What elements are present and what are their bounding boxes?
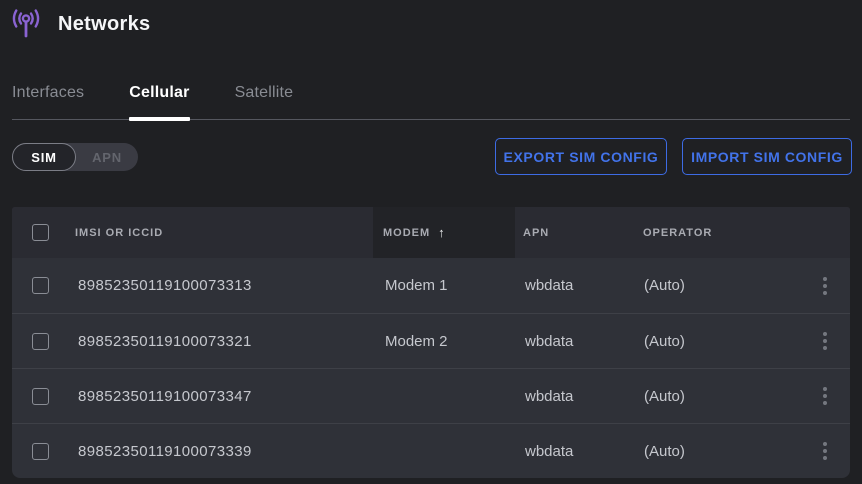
column-header-apn[interactable]: APN (515, 207, 632, 258)
table-header-row: IMSI OR ICCID MODEM ↑ APN OPERATOR (12, 207, 850, 258)
header-checkbox-cell (12, 224, 75, 241)
select-all-checkbox[interactable] (32, 224, 49, 241)
table-row: 89852350119100073313 Modem 1 wbdata (Aut… (12, 258, 850, 313)
row-checkbox[interactable] (32, 333, 49, 350)
cell-apn: wbdata (515, 333, 632, 350)
row-menu-kebab-icon[interactable] (817, 436, 833, 466)
sim-apn-toggle: SIM APN (12, 143, 138, 171)
row-checkbox-cell (12, 388, 75, 405)
page-title: Networks (58, 13, 150, 36)
toggle-apn[interactable]: APN (76, 143, 138, 171)
cell-imsi: 89852350119100073313 (75, 277, 373, 294)
column-header-modem-label: MODEM (383, 227, 430, 239)
antenna-icon (10, 8, 42, 40)
row-menu-kebab-icon[interactable] (817, 381, 833, 411)
row-checkbox-cell (12, 277, 75, 294)
table-row: 89852350119100073321 Modem 2 wbdata (Aut… (12, 313, 850, 368)
tab-interfaces[interactable]: Interfaces (12, 84, 84, 119)
sort-asc-icon: ↑ (438, 225, 446, 240)
sim-table: IMSI OR ICCID MODEM ↑ APN OPERATOR 89852… (12, 207, 850, 478)
column-header-actions (800, 207, 850, 258)
row-checkbox[interactable] (32, 388, 49, 405)
cell-imsi: 89852350119100073347 (75, 388, 373, 405)
column-header-operator[interactable]: OPERATOR (632, 207, 800, 258)
row-menu-kebab-icon[interactable] (817, 271, 833, 301)
tab-satellite[interactable]: Satellite (235, 84, 294, 119)
cell-modem: Modem 2 (373, 333, 515, 350)
cell-apn: wbdata (515, 277, 632, 294)
tab-bar: Interfaces Cellular Satellite (12, 84, 850, 120)
export-sim-config-button[interactable]: EXPORT SIM CONFIG (495, 138, 667, 175)
row-checkbox-cell (12, 443, 75, 460)
column-header-modem[interactable]: MODEM ↑ (373, 207, 515, 258)
cell-operator: (Auto) (632, 333, 800, 350)
cell-imsi: 89852350119100073321 (75, 333, 373, 350)
cell-operator: (Auto) (632, 277, 800, 294)
row-checkbox-cell (12, 333, 75, 350)
page-header: Networks (10, 8, 150, 40)
cell-apn: wbdata (515, 443, 632, 460)
tab-cellular[interactable]: Cellular (129, 84, 189, 119)
cell-apn: wbdata (515, 388, 632, 405)
import-sim-config-button[interactable]: IMPORT SIM CONFIG (682, 138, 852, 175)
cell-modem: Modem 1 (373, 277, 515, 294)
table-row: 89852350119100073339 wbdata (Auto) (12, 423, 850, 478)
cell-operator: (Auto) (632, 443, 800, 460)
toggle-sim[interactable]: SIM (12, 143, 76, 171)
cell-operator: (Auto) (632, 388, 800, 405)
cell-imsi: 89852350119100073339 (75, 443, 373, 460)
row-menu-kebab-icon[interactable] (817, 326, 833, 356)
row-checkbox[interactable] (32, 277, 49, 294)
column-header-imsi[interactable]: IMSI OR ICCID (75, 207, 373, 258)
table-row: 89852350119100073347 wbdata (Auto) (12, 368, 850, 423)
table-body: 89852350119100073313 Modem 1 wbdata (Aut… (12, 258, 850, 478)
row-checkbox[interactable] (32, 443, 49, 460)
